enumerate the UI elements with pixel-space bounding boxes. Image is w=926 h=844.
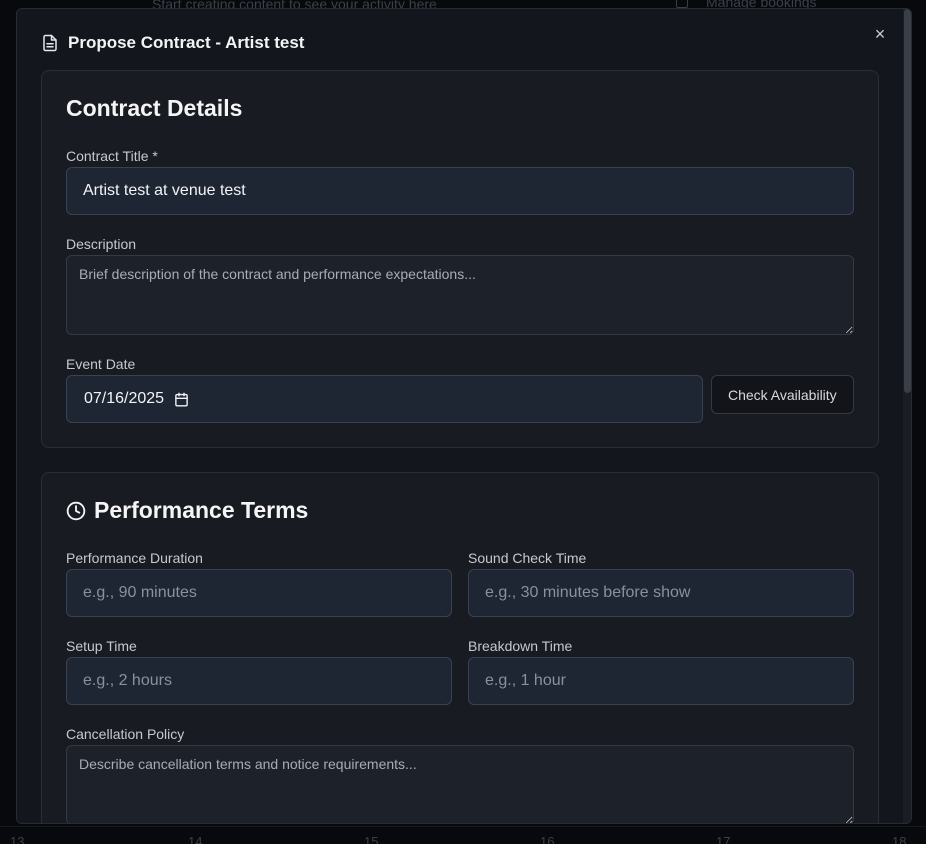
modal-header: Propose Contract - Artist test xyxy=(41,33,304,53)
performance-duration-label: Performance Duration xyxy=(66,550,203,566)
calendar-icon xyxy=(676,0,688,8)
cancellation-policy-label: Cancellation Policy xyxy=(66,726,185,742)
calendar-day: 16 xyxy=(540,834,555,844)
calendar-day: 17 xyxy=(716,834,731,844)
description-label: Description xyxy=(66,236,137,252)
calendar-day: 18 xyxy=(892,834,907,844)
breakdown-time-input[interactable] xyxy=(468,657,854,705)
modal-scrollbar-thumb[interactable] xyxy=(904,9,911,393)
clock-icon xyxy=(66,501,86,520)
performance-terms-heading: Performance Terms xyxy=(94,497,309,523)
check-availability-button[interactable]: Check Availability xyxy=(711,375,854,414)
close-button[interactable]: × xyxy=(869,23,891,45)
document-icon xyxy=(43,34,57,52)
performance-duration-input[interactable] xyxy=(66,569,452,617)
event-date-input[interactable]: 07/16/2025 xyxy=(66,375,703,423)
contract-details-card: Contract Details Contract Title * Descri… xyxy=(41,70,879,448)
contract-title-input[interactable] xyxy=(66,167,854,215)
calendar-day: 14 xyxy=(188,834,203,844)
calendar-day: 15 xyxy=(364,834,379,844)
sound-check-label: Sound Check Time xyxy=(468,550,587,566)
description-textarea[interactable] xyxy=(66,255,854,335)
performance-terms-card: Performance Terms Performance Duration S… xyxy=(41,472,879,823)
event-date-value: 07/16/2025 xyxy=(84,390,165,407)
propose-contract-modal: Propose Contract - Artist test × Contrac… xyxy=(16,8,912,824)
setup-time-input[interactable] xyxy=(66,657,452,705)
breakdown-time-label: Breakdown Time xyxy=(468,638,573,654)
cancellation-policy-textarea[interactable] xyxy=(66,745,854,823)
calendar-picker-icon[interactable] xyxy=(174,392,189,407)
modal-title: Propose Contract - Artist test xyxy=(68,33,305,52)
contract-details-heading: Contract Details xyxy=(66,95,243,121)
sound-check-input[interactable] xyxy=(468,569,854,617)
contract-title-label: Contract Title * xyxy=(66,148,158,164)
performance-terms-heading-row: Performance Terms xyxy=(66,497,308,524)
calendar-day: 13 xyxy=(10,834,25,844)
setup-time-label: Setup Time xyxy=(66,638,137,654)
event-date-label: Event Date xyxy=(66,356,136,372)
